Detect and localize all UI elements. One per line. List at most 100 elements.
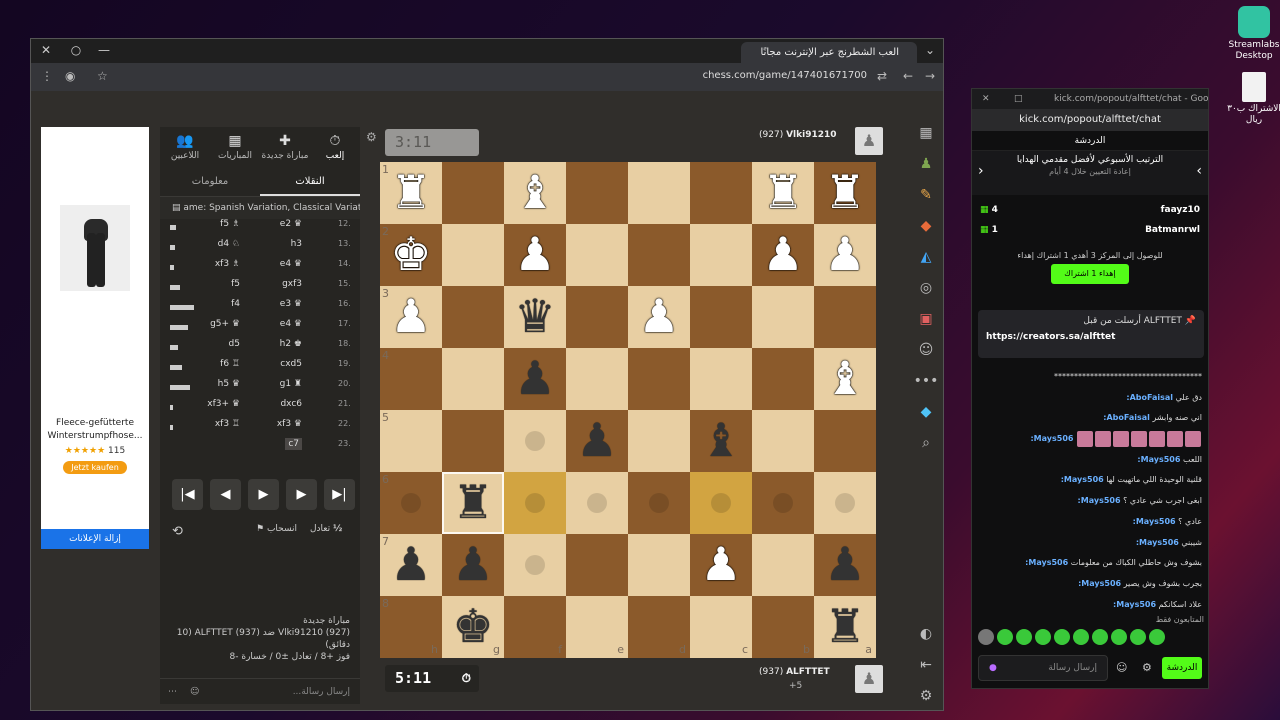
game-chat-input[interactable]: إرسال رسالة... ☺ ⋯	[160, 678, 360, 704]
message-username[interactable]: Mays506:	[1030, 434, 1073, 443]
message-username[interactable]: Mays506:	[1137, 455, 1180, 464]
maximize-window-icon[interactable]: ○	[67, 43, 85, 57]
chat-message-input[interactable]: إرسال رسالة ●	[978, 655, 1108, 681]
square-f6[interactable]	[504, 472, 566, 534]
black-move[interactable]: xf3 ♖	[215, 419, 240, 429]
send-chat-button[interactable]: الدردشة	[1162, 657, 1202, 679]
square-a1[interactable]: ♜	[814, 162, 876, 224]
tab-new-game[interactable]: ✚ مباراة جديدة	[260, 127, 310, 167]
more-icon[interactable]: ⋯	[168, 679, 177, 705]
tab-info[interactable]: معلومات	[160, 167, 260, 196]
player-avatar[interactable]: ♟	[855, 665, 883, 693]
square-c6[interactable]	[690, 472, 752, 534]
lessons-icon[interactable]: ◆	[911, 218, 941, 249]
square-c7[interactable]: ♟	[690, 534, 752, 596]
prev-arrow-icon[interactable]: ‹	[978, 163, 984, 179]
square-e8[interactable]: e	[566, 596, 628, 658]
square-b6[interactable]	[752, 472, 814, 534]
kick-url[interactable]: kick.com/popout/alfttet/chat	[972, 109, 1208, 131]
more-dots-icon[interactable]: •••	[911, 373, 941, 404]
settings-icon[interactable]: ⚙	[911, 688, 941, 719]
square-f3[interactable]: ♛	[504, 286, 566, 348]
move-list[interactable]: 12. e2 ♛ f5 ♗ 13. h3 d4 ♘ 14. e4 ♛ xf3 ♗ 15. gxf3 f…	[160, 219, 360, 455]
mic-icon[interactable]: ●	[989, 656, 997, 680]
square-d6[interactable]	[628, 472, 690, 534]
move-hint-dot[interactable]	[525, 555, 545, 575]
message-username[interactable]: Mays506:	[1061, 475, 1104, 484]
square-e3[interactable]	[566, 286, 628, 348]
social-icon[interactable]: ☺	[911, 342, 941, 373]
black-piece-f4[interactable]: ♟	[514, 351, 555, 405]
square-c2[interactable]	[690, 224, 752, 286]
square-e4[interactable]	[566, 348, 628, 410]
emote[interactable]	[1130, 629, 1146, 645]
move-hint-dot[interactable]	[711, 493, 731, 513]
learn-icon[interactable]: ◭	[911, 249, 941, 280]
white-piece-h2[interactable]: ♚	[390, 227, 431, 281]
kick-close-icon[interactable]: ✕	[982, 89, 990, 109]
square-a8[interactable]: a ♜	[814, 596, 876, 658]
move-row[interactable]: 23. c7	[160, 438, 360, 455]
white-move[interactable]: gxf3	[282, 279, 302, 289]
square-a2[interactable]: ♟	[814, 224, 876, 286]
black-piece-g8[interactable]: ♚	[452, 599, 493, 653]
theme-toggle-icon[interactable]: ◐	[911, 626, 941, 657]
move-row[interactable]: 12. e2 ♛ f5 ♗	[160, 219, 360, 239]
kick-maximize-icon[interactable]: □	[1014, 89, 1023, 109]
move-hint-dot[interactable]	[401, 493, 421, 513]
square-b5[interactable]	[752, 410, 814, 472]
white-move[interactable]: xf3 ♛	[277, 419, 302, 429]
move-hint-dot[interactable]	[773, 493, 793, 513]
white-move[interactable]: e2 ♛	[280, 219, 302, 229]
square-h8[interactable]: 8h	[380, 596, 442, 658]
apps-grid-icon[interactable]: ▦	[911, 125, 941, 156]
square-g7[interactable]: ♟	[442, 534, 504, 596]
white-move[interactable]: h3	[291, 239, 302, 249]
news-icon[interactable]: ▣	[911, 311, 941, 342]
next-move-button[interactable]: ▶	[286, 479, 317, 510]
move-hint-dot[interactable]	[525, 431, 545, 451]
pinned-message[interactable]: 📌 ALFTTET أرسلت من قبل https://creators.…	[978, 310, 1204, 358]
black-move[interactable]: f6 ♖	[220, 359, 240, 369]
black-move[interactable]: xf3+ ♛	[207, 399, 240, 409]
square-f7[interactable]	[504, 534, 566, 596]
message-username[interactable]: AboFaisal:	[1126, 393, 1173, 402]
emote[interactable]	[1035, 629, 1051, 645]
black-move[interactable]: xf3 ♗	[215, 259, 240, 269]
square-d8[interactable]: d	[628, 596, 690, 658]
square-d1[interactable]	[628, 162, 690, 224]
white-piece-c7[interactable]: ♟	[700, 537, 741, 591]
square-g2[interactable]	[442, 224, 504, 286]
puzzles-icon[interactable]: ✎	[911, 187, 941, 218]
square-b1[interactable]: ♜	[752, 162, 814, 224]
white-piece-h1[interactable]: ♜	[390, 165, 431, 219]
move-row[interactable]: 17. e4 ♛ g5+ ♛	[160, 319, 360, 339]
square-h6[interactable]: 6	[380, 472, 442, 534]
pinned-link[interactable]: https://creators.sa/alfttet	[986, 332, 1196, 342]
square-g5[interactable]	[442, 410, 504, 472]
forward-icon[interactable]: →	[925, 69, 935, 83]
square-c8[interactable]: c	[690, 596, 752, 658]
next-arrow-icon[interactable]: ›	[1196, 163, 1202, 179]
chat-settings-icon[interactable]: ⚙	[1142, 661, 1152, 674]
square-g4[interactable]	[442, 348, 504, 410]
square-h7[interactable]: 7 ♟	[380, 534, 442, 596]
white-piece-d3[interactable]: ♟	[638, 289, 679, 343]
first-move-button[interactable]: |◀	[172, 479, 203, 510]
square-f8[interactable]: f	[504, 596, 566, 658]
draw-button[interactable]: تعادل ½	[310, 524, 342, 534]
subscription-file-icon[interactable]: الاشتراك ب٣٠ ريال	[1222, 72, 1280, 126]
black-piece-g7[interactable]: ♟	[452, 537, 493, 591]
square-h1[interactable]: 1 ♜	[380, 162, 442, 224]
square-c4[interactable]	[690, 348, 752, 410]
square-c5[interactable]: ♝	[690, 410, 752, 472]
square-d4[interactable]	[628, 348, 690, 410]
search-icon[interactable]: ⌕	[911, 435, 941, 466]
move-row[interactable]: 15. gxf3 f5	[160, 279, 360, 299]
tab-menu-icon[interactable]: ⌄	[921, 43, 939, 57]
square-f5[interactable]	[504, 410, 566, 472]
white-move[interactable]: e4 ♛	[280, 319, 302, 329]
white-move[interactable]: cxd5	[280, 359, 302, 369]
square-h5[interactable]: 5	[380, 410, 442, 472]
square-g8[interactable]: g ♚	[442, 596, 504, 658]
